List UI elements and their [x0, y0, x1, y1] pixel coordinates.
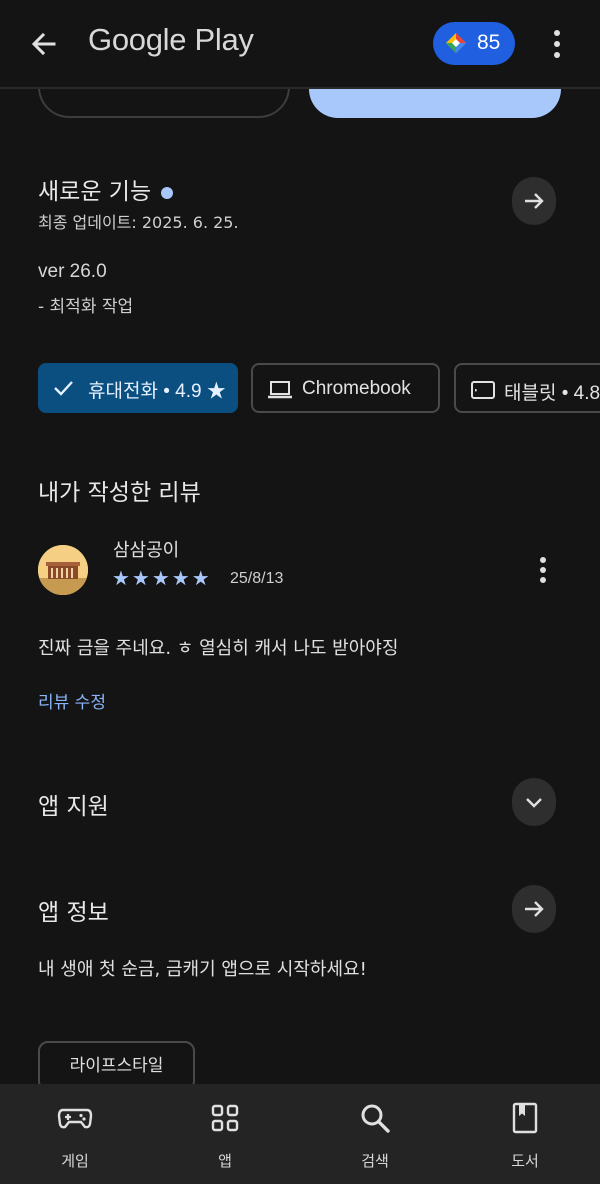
apps-grid-icon [211, 1104, 239, 1132]
edit-review-link[interactable]: 리뷰 수정 [38, 688, 106, 713]
arrow-right-icon [525, 901, 544, 917]
my-review-heading: 내가 작성한 리뷰 [38, 480, 201, 506]
star-rating: ★★★★★ [112, 566, 212, 590]
check-icon [54, 381, 73, 396]
chip-tablet[interactable]: 태블릿 • 4.8 [454, 363, 600, 413]
app-support-expand-button[interactable] [512, 778, 556, 826]
last-updated: 최종 업데이트: 2025. 6. 25. [38, 213, 239, 232]
play-points-icon [446, 33, 466, 53]
nav-apps[interactable]: 앱 [150, 1084, 300, 1184]
nav-search[interactable]: 검색 [300, 1084, 450, 1184]
new-indicator-dot [161, 186, 174, 199]
avatar [38, 545, 88, 595]
back-arrow-icon[interactable] [24, 24, 64, 64]
review-text: 진짜 금을 주네요. ㅎ 열심히 캐서 나도 받아야징 [38, 638, 399, 659]
review-more-options-icon[interactable] [532, 555, 554, 585]
chevron-down-icon [526, 798, 542, 808]
app-info-heading[interactable]: 앱 정보 [38, 893, 109, 927]
points-count: 85 [477, 31, 501, 54]
tablet-icon [471, 381, 495, 399]
nav-games[interactable]: 게임 [0, 1084, 150, 1184]
more-options-icon[interactable] [543, 28, 571, 60]
nav-books[interactable]: 도서 [450, 1084, 600, 1184]
gamepad-icon [57, 1108, 93, 1129]
google-play-logo: Google Play [88, 22, 254, 57]
release-note: - 최적화 작업 [38, 297, 134, 317]
chip-chromebook[interactable]: Chromebook [251, 363, 440, 413]
app-info-arrow-button[interactable] [512, 885, 556, 933]
top-bar-divider [0, 87, 600, 89]
chip-phone[interactable]: 휴대전화 • 4.9 ★ [38, 363, 238, 413]
bottom-navigation: 게임 앱 검색 도서 [0, 1084, 600, 1184]
building-avatar-icon [38, 545, 88, 595]
play-points-badge[interactable]: 85 [433, 22, 515, 65]
app-support-heading[interactable]: 앱 지원 [38, 787, 109, 821]
review-date: 25/8/13 [230, 570, 284, 587]
reviewer-name: 삼삼공이 [113, 540, 180, 561]
book-icon [512, 1102, 538, 1134]
top-app-bar-overlay: Google Play 85 [0, 0, 600, 88]
whats-new-heading[interactable]: 새로운 기능 [38, 172, 174, 206]
app-description: 내 생애 첫 순금, 금캐기 앱으로 시작하세요! [38, 959, 367, 980]
version-text: ver 26.0 [38, 261, 107, 282]
search-icon [361, 1104, 390, 1133]
arrow-right-icon [525, 193, 544, 209]
laptop-icon [268, 381, 292, 399]
whats-new-arrow-button[interactable] [512, 177, 556, 225]
